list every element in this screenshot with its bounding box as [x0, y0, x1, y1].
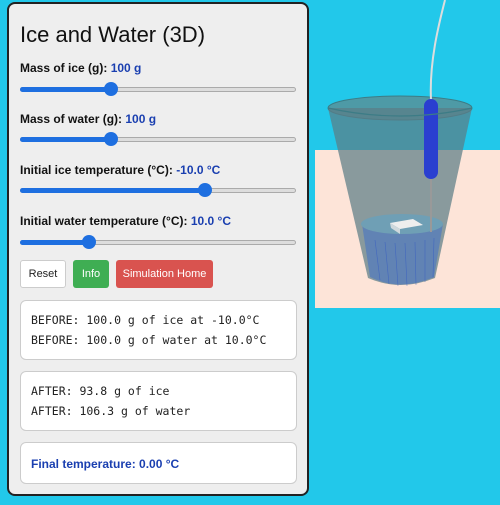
- page-title: Ice and Water (3D): [20, 22, 206, 47]
- slider-thumb[interactable]: [197, 183, 212, 197]
- control-panel: Ice and Water (3D) Mass of ice (g): 100 …: [7, 2, 309, 496]
- water-mass-label: Mass of water (g): 100 g: [20, 112, 156, 126]
- water-mass-value: 100 g: [125, 112, 157, 126]
- final-temperature: Final temperature: 0.00 °C: [31, 457, 180, 471]
- before-water-line: BEFORE: 100.0 g of water at 10.0°C: [31, 333, 267, 347]
- ice-temp-value: -10.0 °C: [176, 163, 221, 177]
- ice-temp-slider[interactable]: [20, 182, 296, 198]
- ice-mass-label: Mass of ice (g): 100 g: [20, 61, 141, 75]
- before-box: BEFORE: 100.0 g of ice at -10.0°C BEFORE…: [20, 300, 297, 360]
- slider-fill: [20, 240, 89, 245]
- before-ice-line: BEFORE: 100.0 g of ice at -10.0°C: [31, 313, 260, 327]
- water-temp-label: Initial water temperature (°C): 10.0 °C: [20, 214, 231, 228]
- slider-fill: [20, 137, 112, 142]
- after-water-line: AFTER: 106.3 g of water: [31, 404, 191, 418]
- simulation-home-button[interactable]: Simulation Home: [116, 260, 213, 288]
- water-temp-value: 10.0 °C: [190, 214, 231, 228]
- water-temp-label-text: Initial water temperature (°C):: [20, 214, 188, 228]
- after-ice-line: AFTER: 93.8 g of ice: [31, 384, 170, 398]
- slider-fill: [20, 87, 112, 92]
- ice-mass-slider[interactable]: [20, 81, 296, 97]
- thermometer-wire: [429, 0, 446, 101]
- simulation-3d-view[interactable]: [310, 0, 500, 500]
- final-box: Final temperature: 0.00 °C: [20, 442, 297, 484]
- slider-thumb[interactable]: [82, 235, 96, 249]
- scene-svg: [315, 0, 500, 308]
- ice-temp-label: Initial ice temperature (°C): -10.0 °C: [20, 163, 220, 177]
- water-temp-slider[interactable]: [20, 234, 296, 250]
- ice-temp-label-text: Initial ice temperature (°C):: [20, 163, 173, 177]
- ice-mass-value: 100 g: [110, 61, 142, 75]
- water-mass-label-text: Mass of water (g):: [20, 112, 123, 126]
- reset-button[interactable]: Reset: [20, 260, 66, 288]
- thermometer-icon: [424, 99, 438, 179]
- ice-mass-label-text: Mass of ice (g):: [20, 61, 108, 75]
- slider-thumb[interactable]: [104, 82, 119, 96]
- water-mass-slider[interactable]: [20, 131, 296, 147]
- after-box: AFTER: 93.8 g of ice AFTER: 106.3 g of w…: [20, 371, 297, 431]
- slider-thumb[interactable]: [104, 132, 119, 146]
- slider-fill: [20, 188, 205, 193]
- info-button[interactable]: Info: [73, 260, 109, 288]
